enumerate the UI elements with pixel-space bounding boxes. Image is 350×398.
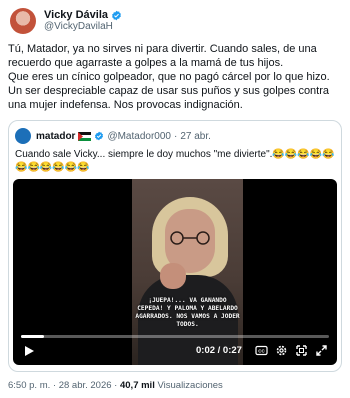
quoted-author-display-name[interactable]: matador xyxy=(36,131,75,142)
author-names: Vicky Dávila @VickyDavilaH xyxy=(44,9,122,33)
svg-text:CC: CC xyxy=(258,349,265,354)
tweet-header: Vicky Dávila @VickyDavilaH xyxy=(10,8,122,34)
quoted-tweet-text: Cuando sale Vicky... siempre le doy much… xyxy=(15,149,335,173)
settings-icon[interactable] xyxy=(275,344,288,357)
tweet-paragraph: Tú, Matador, ya no sirves ni para divert… xyxy=(8,43,317,69)
views-label: Visualizaciones xyxy=(157,380,223,391)
flag-icon xyxy=(78,131,92,141)
tweet-date[interactable]: 28 abr. 2026 xyxy=(59,380,112,391)
verified-badge-icon xyxy=(111,10,122,21)
quoted-author-avatar[interactable] xyxy=(15,128,31,144)
quoted-author-handle[interactable]: @Matador000 xyxy=(107,131,171,142)
author-handle[interactable]: @VickyDavilaH xyxy=(44,21,122,33)
video-progress-fill xyxy=(21,335,44,338)
separator-dot: · xyxy=(173,130,178,142)
video-caption: ¡JUEPA!... VA GANANDO CEPEDA! Y PALOMA Y… xyxy=(135,297,240,328)
separator-dot: · xyxy=(52,380,57,391)
play-icon[interactable] xyxy=(23,345,35,357)
video-player[interactable]: ¡JUEPA!... VA GANANDO CEPEDA! Y PALOMA Y… xyxy=(13,179,337,365)
expand-icon[interactable] xyxy=(315,344,328,357)
video-progress-bar[interactable] xyxy=(21,335,329,338)
video-person-hand xyxy=(160,263,186,289)
video-controls: 0:02 / 0:27 CC xyxy=(13,331,337,365)
tweet-meta: 6:50 p. m. · 28 abr. 2026 · 40,7 mil Vis… xyxy=(8,380,223,391)
author-display-name[interactable]: Vicky Dávila xyxy=(44,9,108,21)
tweet-time[interactable]: 6:50 p. m. xyxy=(8,380,50,391)
video-time: 0:02 / 0:27 xyxy=(196,345,242,356)
tweet-text: Tú, Matador, ya no sirves ni para divert… xyxy=(8,42,344,112)
quoted-tweet[interactable]: matador @Matador000 · 27 abr. Cuando sal… xyxy=(8,120,342,372)
tweet-paragraph: Que eres un cínico golpeador, que no pag… xyxy=(8,71,330,111)
closed-captions-icon[interactable]: CC xyxy=(255,344,268,357)
author-name-row: Vicky Dávila xyxy=(44,9,122,21)
quoted-tweet-header: matador @Matador000 · 27 abr. xyxy=(15,128,211,144)
verified-badge-icon xyxy=(94,131,104,141)
fullscreen-icon[interactable] xyxy=(295,344,308,357)
author-avatar[interactable] xyxy=(10,8,36,34)
separator-dot: · xyxy=(114,380,118,391)
glasses-shape xyxy=(170,231,210,245)
quoted-tweet-time[interactable]: 27 abr. xyxy=(180,131,211,142)
views-count: 40,7 mil xyxy=(119,380,155,391)
